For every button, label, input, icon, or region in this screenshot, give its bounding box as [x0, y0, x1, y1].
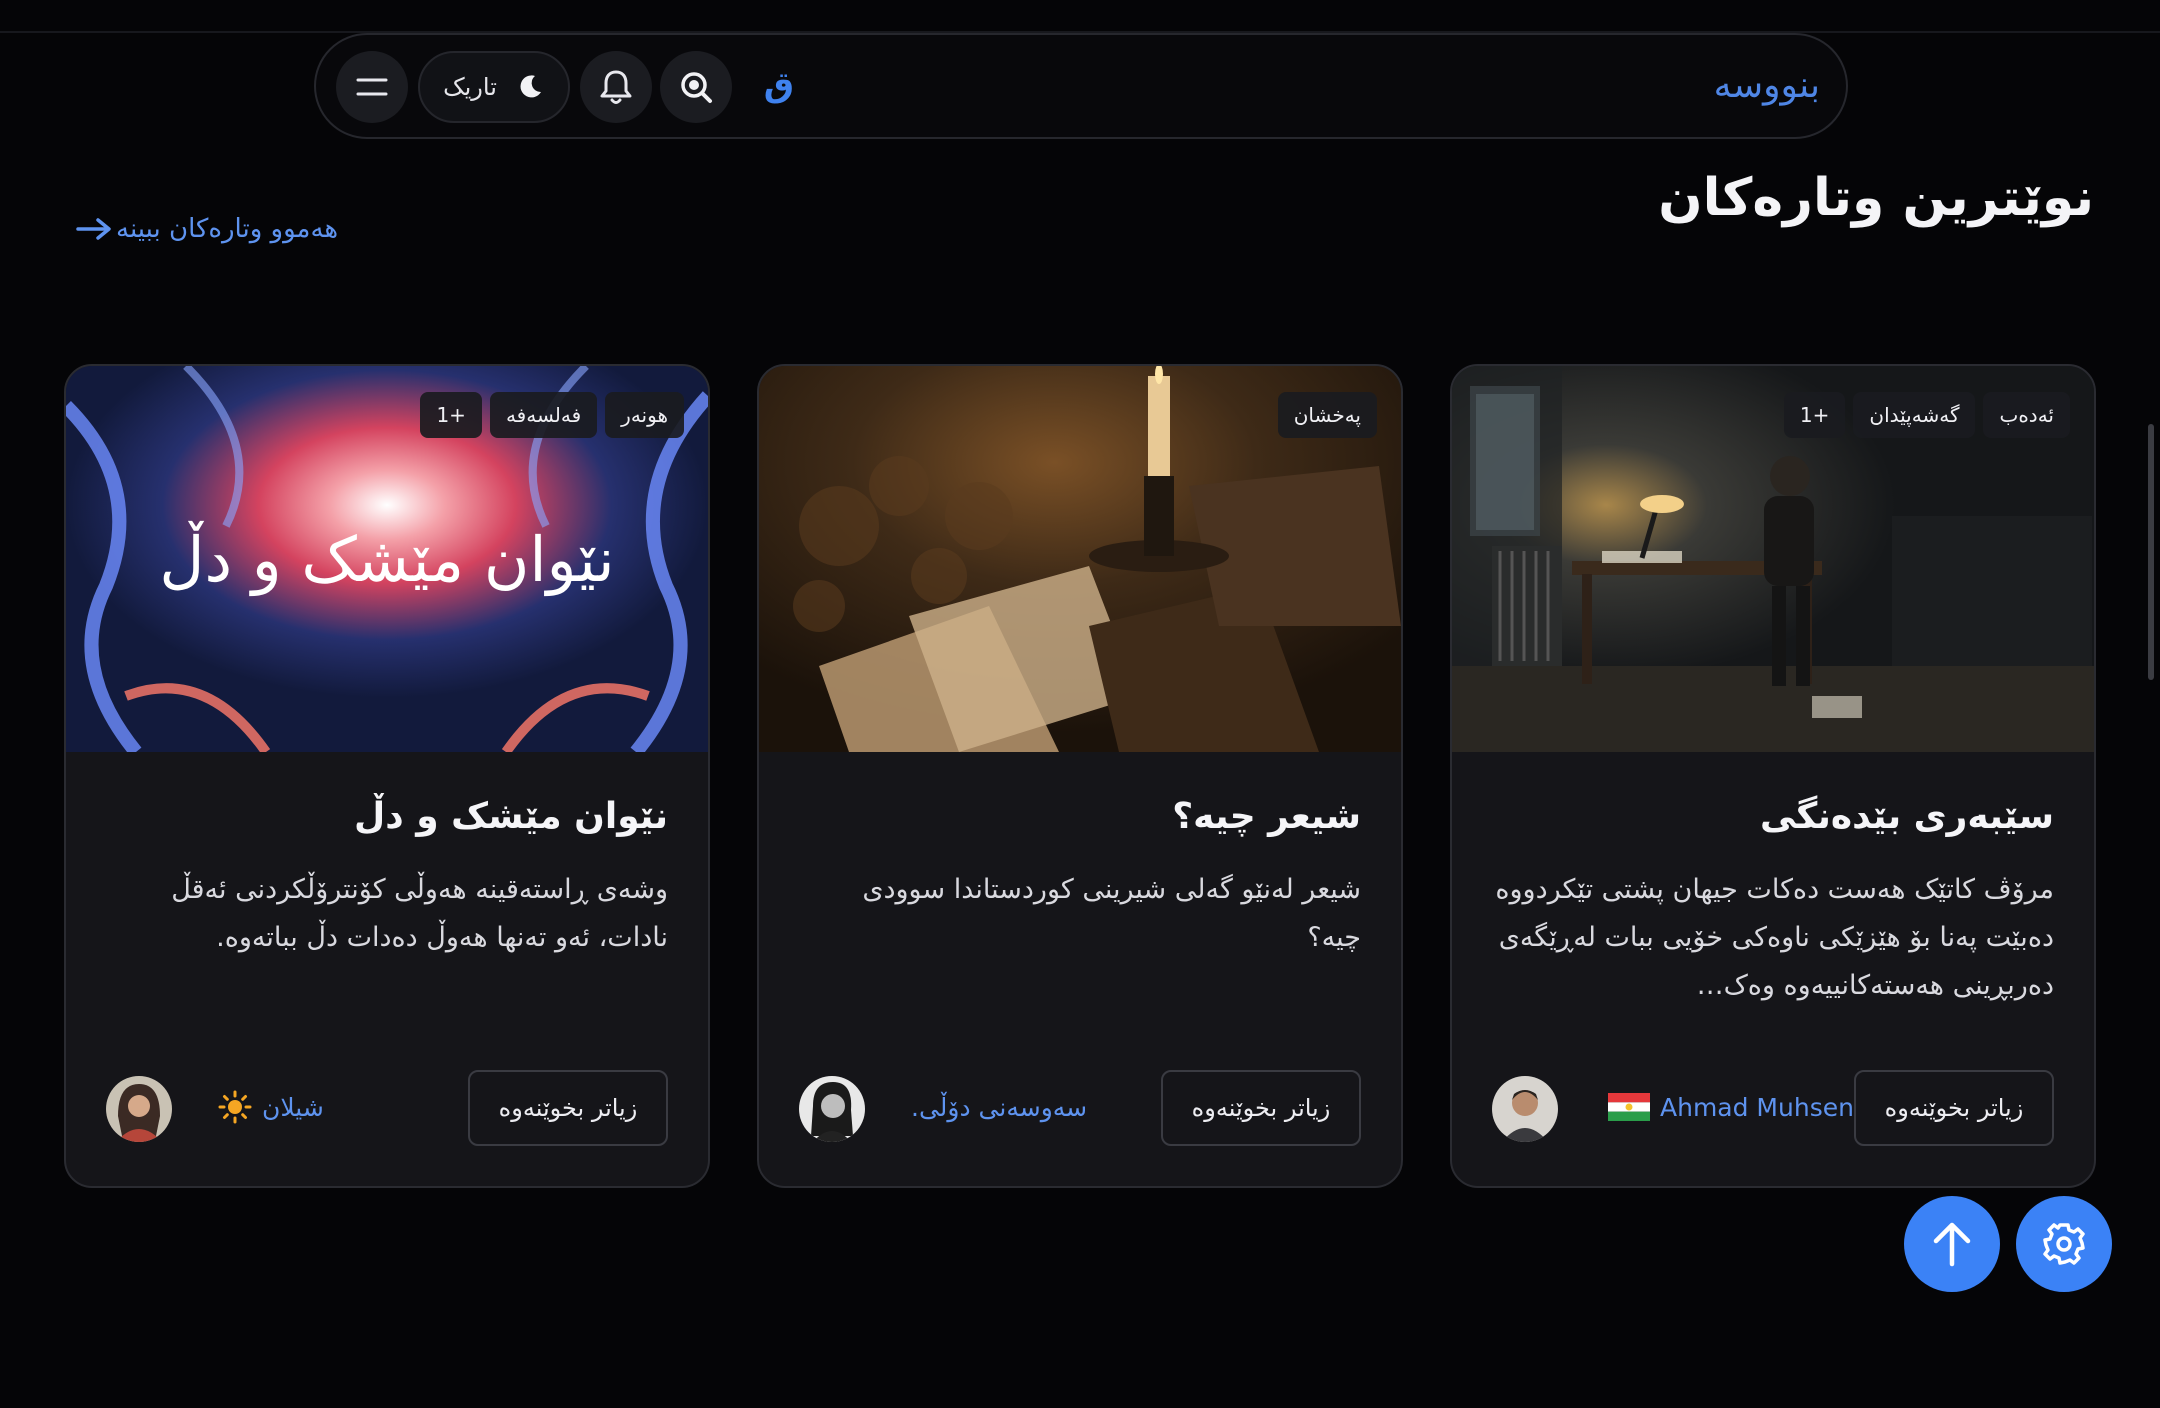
theme-toggle-button[interactable]: تاریک [418, 51, 570, 123]
section-title: نوێترین وتارەکان [1658, 168, 2094, 228]
avatar[interactable] [1492, 1076, 1558, 1142]
menu-icon [356, 78, 388, 96]
bell-icon [600, 70, 632, 104]
article-title[interactable]: سێبەری بێدەنگی [1760, 796, 2054, 837]
author-name[interactable]: شیلان [262, 1093, 324, 1122]
author-info[interactable]: Ahmad Muhsen [1608, 1082, 1854, 1132]
tag-chip[interactable]: پەخشان [1277, 392, 1377, 438]
article-excerpt: وشەی ڕاستەقینە هەوڵی کۆنترۆڵکردنی ئەقڵ ن… [171, 874, 668, 953]
tag-chip[interactable]: فەلسەفە [489, 392, 598, 438]
article-excerpt: مرۆڤ کاتێک هەست دەکات جیهان پشتی تێکردوو… [1495, 874, 2054, 1001]
logo-icon[interactable]: ق [759, 65, 799, 105]
read-more-button[interactable]: زیاتر بخوێنەوە [1161, 1070, 1361, 1146]
article-card[interactable]: نێوان مێشک و دڵ هونەر فەلسەفە +1 نێوان م… [64, 364, 710, 1188]
author-name[interactable]: سەوسەنی دۆڵی. [911, 1093, 1087, 1122]
author-name[interactable]: Ahmad Muhsen [1660, 1093, 1854, 1122]
view-all-link[interactable]: هەموو وتارەکان ببینە [76, 214, 338, 244]
search-icon [681, 72, 712, 103]
article-card[interactable]: پەخشان شیعر چیە؟ شیعر لەنێو گەلی شیرینی … [757, 364, 1403, 1188]
tag-more-chip[interactable]: +1 [1783, 392, 1846, 438]
author-info[interactable]: سەوسەنی دۆڵی. [911, 1082, 1087, 1132]
read-more-button[interactable]: زیاتر بخوێنەوە [1854, 1070, 2054, 1146]
brand-name[interactable]: بنووسە [1714, 65, 1820, 106]
notifications-button[interactable] [580, 51, 652, 123]
scrollbar-thumb[interactable] [2148, 424, 2154, 680]
scroll-to-top-button[interactable] [1904, 1196, 2000, 1292]
avatar[interactable] [106, 1076, 172, 1142]
tag-chip[interactable]: گەشەپێدان [1853, 392, 1976, 438]
view-all-label: هەموو وتارەکان ببینە [116, 214, 339, 244]
read-more-button[interactable]: زیاتر بخوێنەوە [468, 1070, 668, 1146]
menu-button[interactable] [336, 51, 408, 123]
tag-list: ئەدەب گەشەپێدان +1 [1783, 392, 2070, 438]
article-excerpt: شیعر لەنێو گەلی شیرینی کوردستاندا سوودی … [862, 874, 1361, 953]
tag-chip[interactable]: ئەدەب [1983, 392, 2070, 438]
article-title[interactable]: نێوان مێشک و دڵ [354, 796, 668, 837]
tag-more-chip[interactable]: +1 [420, 392, 482, 438]
gear-icon [2043, 1223, 2085, 1265]
tag-chip[interactable]: هونەر [605, 392, 684, 438]
theme-label: تاریک [443, 73, 497, 101]
avatar[interactable] [799, 1076, 865, 1142]
tag-list: هونەر فەلسەفە +1 [420, 392, 684, 438]
article-card[interactable]: ئەدەب گەشەپێدان +1 سێبەری بێدەنگی مرۆڤ ک… [1450, 364, 2096, 1188]
kurdistan-flag-icon [1608, 1093, 1650, 1121]
tag-list: پەخشان [1277, 392, 1377, 438]
author-info[interactable]: شیلان [218, 1082, 324, 1132]
sun-icon [218, 1090, 252, 1124]
settings-button[interactable] [2016, 1196, 2112, 1292]
arrow-up-icon [1933, 1222, 1971, 1267]
navbar: تاریک ق بنووسە [314, 33, 1848, 139]
search-button[interactable] [660, 51, 732, 123]
article-title[interactable]: شیعر چیە؟ [1172, 796, 1361, 837]
image-caption: نێوان مێشک و دڵ [159, 520, 614, 597]
arrow-right-icon [76, 218, 111, 240]
moon-icon [520, 75, 541, 98]
